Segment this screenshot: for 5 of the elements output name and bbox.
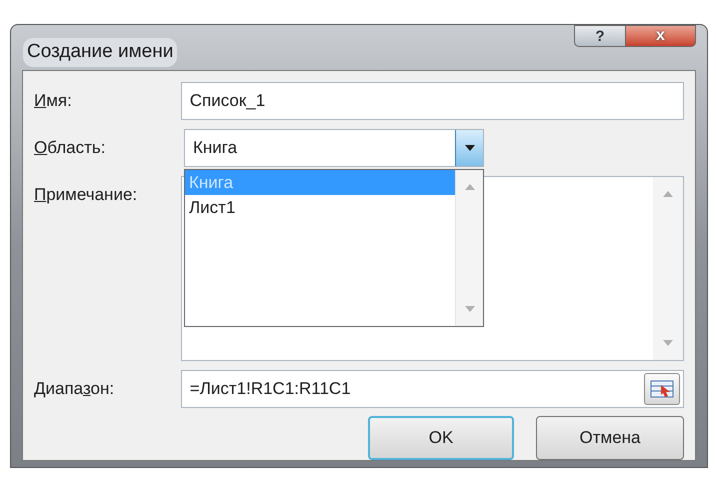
field-label: Область: [34,137,106,160]
field-label: Имя: [34,90,72,112]
window-title: Создание имени [23,38,178,66]
field-label: Диапазон: [34,378,114,400]
field-label: Примечание: [34,184,138,206]
